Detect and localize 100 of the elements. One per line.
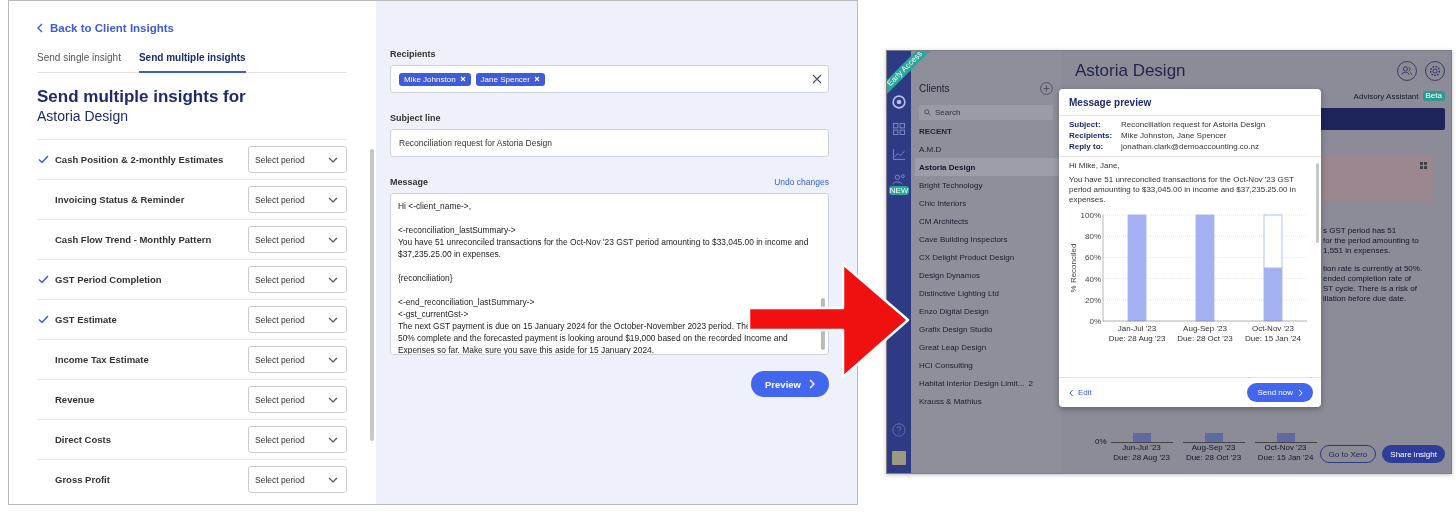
modal-title: Message preview — [1059, 89, 1321, 116]
category-label: Oct-Nov '23 — [1252, 324, 1294, 333]
tab[interactable]: Send single insight — [37, 52, 121, 73]
client-item[interactable]: Bright Technology — [915, 176, 1053, 194]
due-label: Due: 15 Jan '24 — [1245, 334, 1301, 343]
client-item[interactable]: Chic Interiors — [915, 194, 1053, 212]
check-icon[interactable] — [38, 315, 49, 324]
page-title: Send multiple insights for — [37, 87, 247, 107]
tick-label: 40% — [1085, 274, 1101, 284]
edit-link[interactable]: Edit — [1069, 388, 1092, 397]
period-select[interactable]: Select period — [248, 266, 347, 293]
meta-value: jonathan.clark@demoaccounting.co.nz — [1121, 142, 1260, 152]
period-select[interactable]: Select period — [248, 426, 347, 453]
field-label: Recipients — [390, 49, 437, 59]
tab[interactable]: Send multiple insights — [138, 52, 246, 73]
axis-label: Aug-Sep '23 — [1191, 443, 1236, 453]
search-field[interactable]: Search — [919, 105, 1053, 120]
add-icon[interactable] — [1040, 81, 1053, 95]
client-item[interactable]: Cave Building Inspectors — [915, 230, 1053, 248]
tick-label: 60% — [1085, 253, 1101, 263]
client-item[interactable]: HCI Consulting — [915, 356, 1053, 374]
due-label: Due: 28 Aug '23 — [1108, 334, 1166, 343]
new-badge: NEW — [888, 186, 910, 195]
tick-label: 20% — [1085, 295, 1101, 305]
client-item[interactable]: Habitat Interior Design Limit... 2 — [915, 374, 1053, 392]
send-button[interactable]: Send now — [1247, 383, 1313, 402]
grid-icon[interactable] — [1420, 162, 1427, 169]
insight-name: Income Tax Estimate — [55, 354, 150, 365]
recipients-field[interactable]: Mike Johnston Jane Spencer — [390, 65, 829, 93]
client-item[interactable]: Enzo Digital Design — [915, 302, 1053, 320]
chart-bar — [1263, 267, 1283, 322]
client-item[interactable]: Design Dynamos — [915, 266, 1053, 284]
period-select[interactable]: Select period — [248, 186, 347, 213]
client-item[interactable]: Astoria Design — [915, 158, 1061, 176]
due-label: Due: 28 Oct '23 — [1177, 334, 1233, 343]
insight-name: GST Period Completion — [55, 274, 163, 285]
insight-name: Gross Profit — [55, 474, 111, 485]
client-name: Astoria Design — [37, 107, 130, 125]
back-link[interactable]: Back to Client Insights — [37, 20, 174, 36]
user-add-icon[interactable] — [892, 174, 906, 185]
period-select[interactable]: Select period — [248, 146, 347, 173]
period-select[interactable]: Select period — [248, 306, 347, 333]
axis-label: Due: 28 Aug '23 — [1113, 453, 1170, 463]
search-icon — [924, 109, 931, 116]
greeting-text: Hi Mike, Jane, — [1069, 161, 1121, 171]
settings-icon[interactable] — [1425, 61, 1445, 81]
chevron-down-icon — [328, 396, 338, 403]
client-item[interactable]: CM Architects — [915, 212, 1053, 230]
help-icon[interactable] — [892, 423, 906, 437]
chart-icon[interactable] — [893, 149, 905, 160]
axis-label: Jun-Jul '23 — [1122, 443, 1161, 453]
subject-field[interactable]: Reconciliation request for Astoria Design — [390, 129, 829, 157]
chevron-left-icon — [37, 23, 43, 33]
period-select[interactable]: Select period — [248, 466, 347, 493]
tab[interactable]: Advisory Assistant — [1353, 91, 1419, 101]
undo-link[interactable]: Undo changes — [774, 177, 829, 187]
chevron-left-icon — [1069, 388, 1074, 397]
chart-bar — [1263, 214, 1283, 269]
meta-value: Reconciliation request for Astoria Design — [1121, 120, 1267, 130]
client-item[interactable]: A.M.D — [915, 140, 1053, 158]
chevron-down-icon — [328, 236, 338, 243]
insight-name: Invoicing Status & Reminder — [55, 194, 186, 205]
client-item[interactable]: Grafix Design Studio — [915, 320, 1053, 338]
chevron-down-icon — [328, 156, 338, 163]
client-title: Astoria Design — [1075, 61, 1186, 81]
users-icon[interactable] — [1397, 61, 1417, 81]
chevron-down-icon — [328, 476, 338, 483]
scrollbar[interactable] — [370, 149, 374, 441]
close-icon[interactable] — [812, 74, 822, 84]
tick-label: 0% — [1089, 317, 1101, 326]
insight-name: Cash Position & 2-monthly Estimates — [55, 154, 225, 165]
category-label: Aug-Sep '23 — [1183, 324, 1227, 333]
chevron-down-icon — [328, 356, 338, 363]
client-item[interactable]: CX Delight Product Design — [915, 248, 1053, 266]
share-button[interactable]: Share insight — [1382, 445, 1445, 463]
client-item[interactable]: Krauss & Mathius — [915, 392, 1053, 410]
field-label: Message — [390, 177, 429, 187]
period-select[interactable]: Select period — [248, 346, 347, 373]
chevron-right-icon — [1298, 388, 1303, 397]
period-select[interactable]: Select period — [248, 226, 347, 253]
axis-title: % Reconciled — [1069, 243, 1078, 293]
client-item[interactable]: Great Leap Design — [915, 338, 1053, 356]
meta-label: Subject: — [1069, 120, 1102, 130]
axis-label: 0% — [1095, 437, 1107, 446]
client-item[interactable]: Distinctive Lighting Ltd — [915, 284, 1053, 302]
period-select[interactable]: Select period — [248, 386, 347, 413]
grid-icon[interactable] — [893, 123, 905, 135]
chevron-down-icon — [328, 276, 338, 283]
beta-badge: Beta — [1422, 91, 1445, 101]
meta-value: Mike Johnston, Jane Spencer — [1121, 131, 1228, 141]
axis-label: Oct-Nov '23 — [1264, 443, 1307, 453]
recipient-chip[interactable]: Jane Spencer — [475, 72, 545, 86]
tick-label: 100% — [1080, 211, 1101, 220]
preview-button[interactable]: Preview — [751, 371, 829, 397]
insight-name: GST Estimate — [55, 314, 118, 325]
check-icon[interactable] — [38, 155, 49, 164]
logo-icon[interactable] — [892, 95, 906, 109]
recipient-chip[interactable]: Mike Johnston — [399, 72, 471, 86]
check-icon[interactable] — [38, 275, 49, 284]
meta-label: Recipients: — [1069, 131, 1114, 141]
